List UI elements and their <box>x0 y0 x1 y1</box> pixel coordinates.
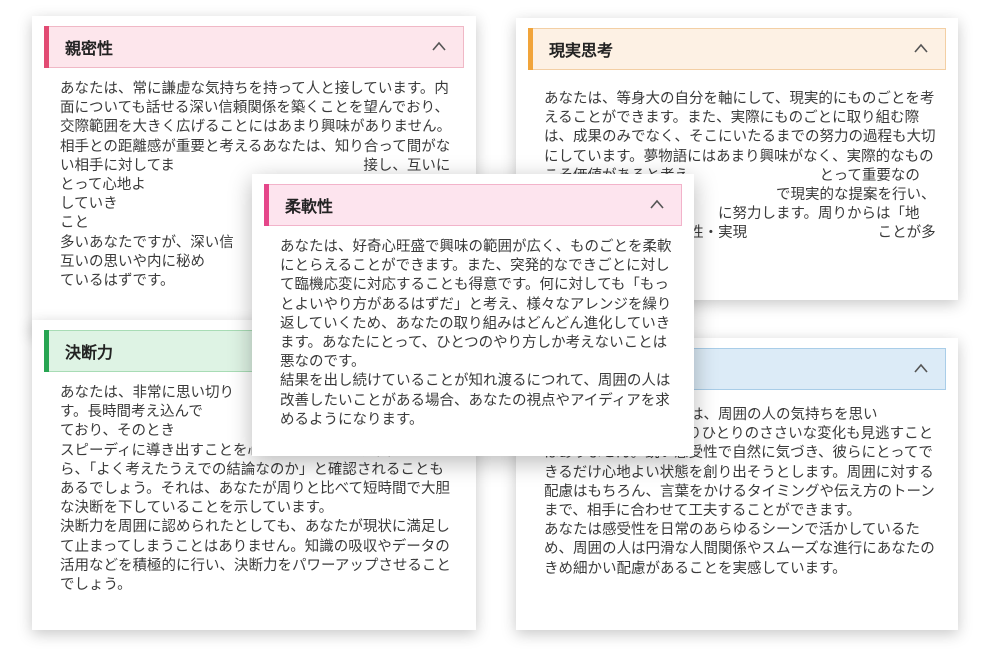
accordion-header-realism[interactable]: 現実思考 <box>528 28 946 70</box>
card-title: 現実思考 <box>549 41 614 60</box>
accent-bar <box>264 184 269 226</box>
accent-bar <box>528 28 533 70</box>
card-body: あなたは、好奇心旺盛で興味の範囲が広く、ものごとを柔軟にとらえることができます。… <box>280 238 672 430</box>
paragraph: 結果を出し続けていることが知れ渡るにつれて、周囲の人は改善したいことがある場合、… <box>280 373 671 428</box>
accordion-header-intimacy[interactable]: 親密性 <box>44 26 464 68</box>
chevron-up-icon[interactable] <box>431 40 447 52</box>
card-flexibility: 柔軟性 あなたは、好奇心旺盛で興味の範囲が広く、ものごとを柔軟にとらえることがで… <box>252 174 694 456</box>
accordion-header-flexibility[interactable]: 柔軟性 <box>264 184 682 226</box>
accent-bar <box>44 26 49 68</box>
paragraph: あなたは、常に謙虚な気持ちを持って人と接しています。内面についても話せる深い信頼… <box>60 81 452 136</box>
card-title: 決断力 <box>65 343 114 362</box>
chevron-up-icon[interactable] <box>649 198 665 210</box>
accent-bar <box>44 330 49 372</box>
chevron-up-icon[interactable] <box>913 42 929 54</box>
card-title: 親密性 <box>65 39 114 58</box>
paragraph: 決断力を周囲に認められたとしても、あなたが現状に満足して止まってしまうことはあり… <box>60 519 451 594</box>
paragraph: あなたは、好奇心旺盛で興味の範囲が広く、ものごとを柔軟にとらえることができます。… <box>280 239 672 371</box>
chevron-up-icon[interactable] <box>913 362 929 374</box>
card-title: 柔軟性 <box>285 197 334 216</box>
paragraph: あなたは感受性を日常のあらゆるシーンで活かしているため、周囲の人は円滑な人間関係… <box>544 522 935 577</box>
